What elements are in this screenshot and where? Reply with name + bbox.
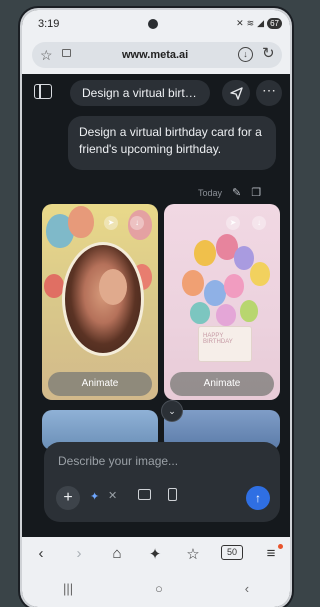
balloon	[204, 280, 226, 306]
prompt-composer: Describe your image... + ✦ ✕ ↑	[44, 442, 280, 522]
browser-toolbar: ‹ › ⌂ ✦ ☆ 50 ≡ ||| ○ ‹	[22, 537, 290, 607]
phone-screen: 3:19 ✕ ≋ ◢ 67 ☆ www.meta.ai ↓ ↻ Design a…	[22, 10, 290, 607]
copy-icon[interactable]: ❐	[251, 186, 261, 199]
face	[99, 269, 127, 305]
add-button[interactable]: +	[56, 486, 80, 510]
reload-icon[interactable]: ↻	[262, 44, 275, 62]
balloon	[190, 302, 210, 324]
envelope-text: HAPPY BIRTHDAY	[203, 333, 233, 345]
chat-header: Design a virtual birt… ⋯	[22, 76, 290, 112]
bookmark-star-icon[interactable]: ☆	[40, 47, 53, 64]
animate-button[interactable]: Animate	[48, 372, 152, 396]
close-icon[interactable]: ✕	[108, 489, 117, 502]
sidebar-toggle-icon[interactable]	[34, 84, 52, 99]
recent-apps-icon[interactable]: |||	[63, 581, 73, 596]
balloon	[240, 300, 258, 322]
home-icon[interactable]: ⌂	[107, 545, 127, 563]
animate-button[interactable]: Animate	[170, 372, 274, 396]
prompt-input[interactable]: Describe your image...	[58, 454, 178, 468]
url-text[interactable]: www.meta.ai	[122, 49, 188, 61]
system-nav-bar: ||| ○ ‹	[22, 581, 290, 596]
portrait-photo	[62, 242, 144, 356]
edit-icon[interactable]: ✎	[232, 186, 241, 199]
share-icon[interactable]: ➤	[226, 216, 240, 230]
mute-icon: ✕	[236, 18, 244, 28]
download-icon[interactable]: ↓	[130, 216, 144, 230]
balloon	[216, 304, 236, 326]
home-circle-icon[interactable]: ○	[155, 581, 163, 596]
balloon	[44, 274, 64, 298]
aspect-ratio-icon[interactable]	[168, 488, 177, 501]
signal-icon: ◢	[257, 18, 265, 28]
battery-icon: 67	[267, 18, 282, 29]
wifi-icon: ≋	[246, 18, 255, 28]
sparkle-icon[interactable]: ✦	[90, 490, 99, 503]
share-button[interactable]	[222, 80, 250, 106]
image-icon[interactable]	[138, 489, 151, 500]
system-back-icon[interactable]: ‹	[245, 581, 249, 596]
camera-cutout	[148, 19, 158, 29]
share-icon[interactable]: ➤	[104, 216, 118, 230]
lock-icon[interactable]	[62, 49, 71, 57]
more-options-button[interactable]: ⋯	[256, 80, 282, 106]
browser-address-bar: ☆ www.meta.ai ↓ ↻	[22, 38, 290, 74]
bookmark-star-icon[interactable]: ☆	[183, 545, 203, 563]
balloon	[250, 262, 270, 286]
send-arrow-icon	[230, 87, 243, 100]
user-message: Design a virtual birthday card for a fri…	[68, 116, 276, 170]
tabs-icon[interactable]: 50	[221, 545, 243, 560]
status-bar: 3:19 ✕ ≋ ◢ 67	[22, 10, 290, 38]
balloon	[182, 270, 204, 296]
balloon	[68, 206, 94, 238]
back-icon[interactable]: ‹	[31, 545, 51, 563]
chat-title[interactable]: Design a virtual birt…	[70, 80, 210, 106]
message-meta: Today ✎ ❐	[198, 186, 261, 199]
generated-image-card[interactable]: ➤ ↓ HAPPY BIRTHDAY Animate	[164, 204, 280, 400]
timestamp: Today	[198, 187, 223, 198]
sparkle-icon[interactable]: ✦	[145, 545, 165, 563]
download-icon[interactable]: ↓	[238, 47, 253, 62]
birthday-envelope: HAPPY BIRTHDAY	[198, 326, 252, 362]
balloon	[224, 274, 244, 298]
generated-image-card[interactable]: ➤ ↓ Animate	[42, 204, 158, 400]
forward-icon[interactable]: ›	[69, 545, 89, 563]
status-icons: ✕ ≋ ◢ 67	[236, 18, 282, 29]
scroll-down-button[interactable]: ⌄	[161, 400, 183, 422]
menu-icon[interactable]: ≡	[261, 544, 283, 563]
balloon	[194, 240, 216, 266]
send-button[interactable]: ↑	[246, 486, 270, 510]
clock: 3:19	[38, 18, 60, 30]
download-icon[interactable]: ↓	[252, 216, 266, 230]
